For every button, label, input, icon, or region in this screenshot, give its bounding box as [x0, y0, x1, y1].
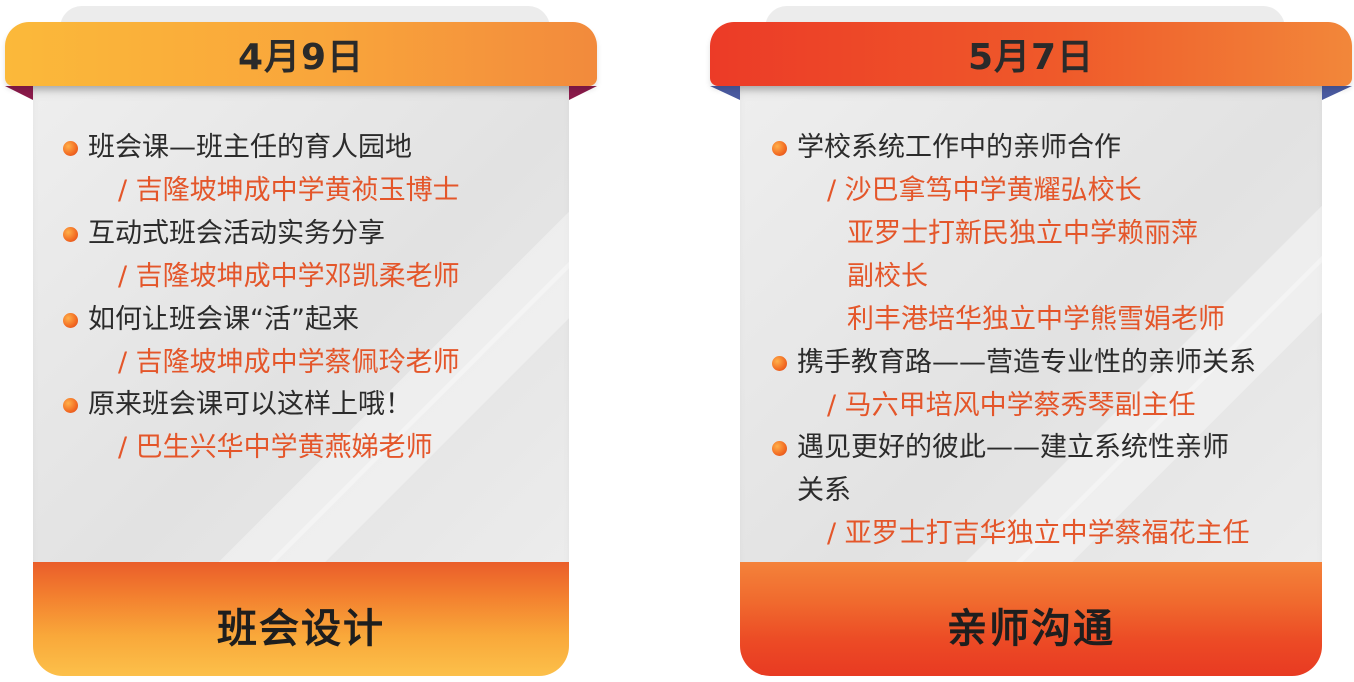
date-banner: 5月7日 [710, 22, 1352, 86]
ribbon-fold-right [569, 86, 597, 100]
session-topic: 原来班会课可以这样上哦！ [88, 389, 412, 420]
bullet-icon [772, 441, 787, 456]
date-banner: 4月9日 [5, 22, 597, 86]
session-speaker: / 吉隆坡坤成中学邓凯柔老师 [118, 261, 460, 292]
session-topic: 如何让班会课“活”起来 [88, 304, 359, 335]
bullet-icon [63, 398, 78, 413]
session-speaker: / 巴生兴华中学黄燕娣老师 [118, 432, 433, 463]
session-card-class-meeting: 4月9日 班会课—班主任的育人园地 / 吉隆坡坤成中学黄祯玉博士 互动式班会活动… [0, 0, 610, 682]
session-topic: 携手教育路——营造专业性的亲师关系 [797, 347, 1256, 378]
session-speaker-continued: 亚罗士打新民独立中学赖丽萍 [847, 218, 1198, 249]
session-topic: 班会课—班主任的育人园地 [88, 132, 412, 163]
theme-banner: 亲师沟通 [740, 562, 1322, 676]
bullet-icon [772, 356, 787, 371]
session-topic-continued: 关系 [797, 475, 851, 506]
session-speaker-continued: 副校长 [847, 261, 928, 292]
ribbon-fold-left [5, 86, 33, 100]
ribbon-fold-left [710, 86, 740, 100]
bullet-icon [772, 141, 787, 156]
session-topic: 互动式班会活动实务分享 [88, 218, 385, 249]
ribbon-fold-right [1322, 86, 1352, 100]
theme-banner: 班会设计 [33, 562, 569, 676]
session-speaker: / 吉隆坡坤成中学蔡佩玲老师 [118, 347, 460, 378]
session-card-parent-teacher: 5月7日 学校系统工作中的亲师合作 / 沙巴拿笃中学黄耀弘校长 亚罗士打新民独立… [705, 0, 1352, 682]
theme-title: 班会设计 [217, 606, 385, 652]
session-date: 5月7日 [967, 37, 1095, 78]
bullet-icon [63, 227, 78, 242]
session-topic: 遇见更好的彼此——建立系统性亲师 [797, 432, 1229, 463]
session-topic: 学校系统工作中的亲师合作 [797, 132, 1121, 163]
bullet-icon [63, 141, 78, 156]
session-speaker: / 马六甲培风中学蔡秀琴副主任 [827, 390, 1196, 421]
session-speaker: / 沙巴拿笃中学黄耀弘校长 [827, 175, 1142, 206]
bullet-icon [63, 313, 78, 328]
session-speaker: / 亚罗士打吉华独立中学蔡福花主任 [827, 518, 1250, 549]
session-speaker-continued: 利丰港培华独立中学熊雪娟老师 [847, 304, 1225, 335]
theme-title: 亲师沟通 [947, 606, 1115, 652]
session-date: 4月9日 [237, 37, 365, 78]
session-speaker: / 吉隆坡坤成中学黄祯玉博士 [118, 175, 460, 206]
